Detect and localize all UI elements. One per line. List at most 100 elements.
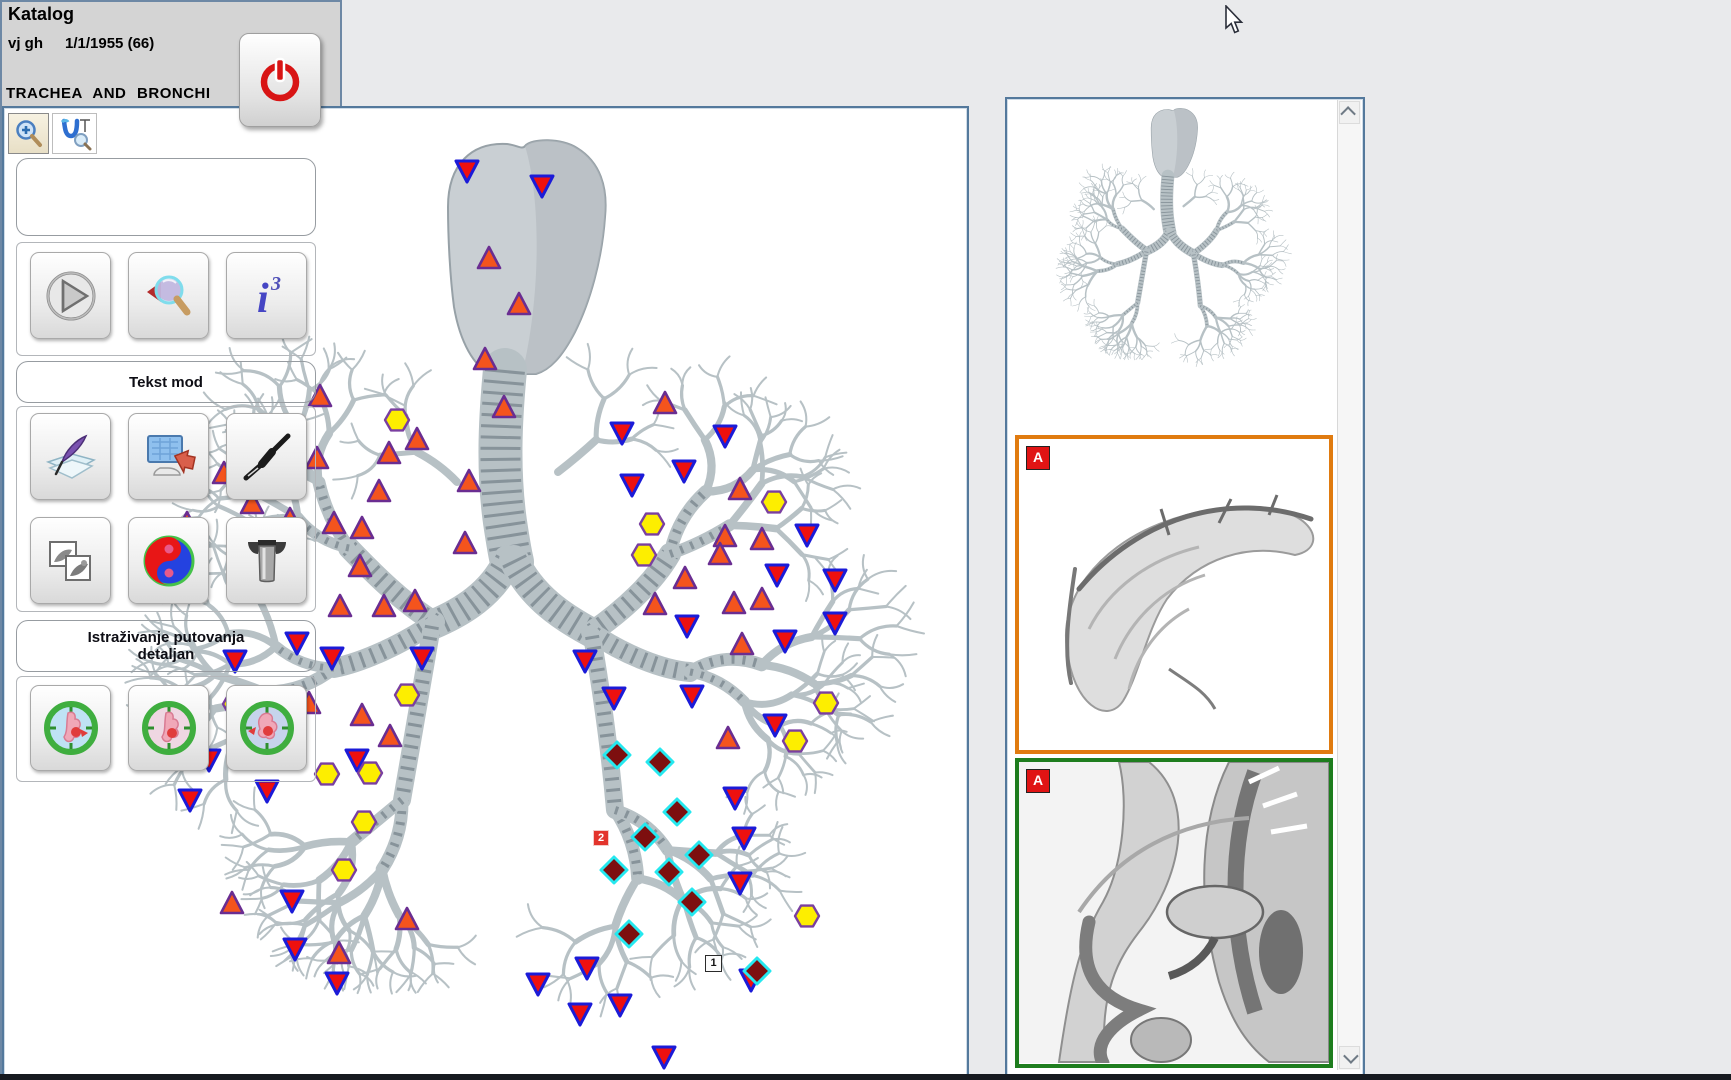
- search-button[interactable]: [128, 252, 209, 339]
- thumbnail-list-panel[interactable]: A A: [1005, 97, 1365, 1077]
- journey-detail-button-2[interactable]: [128, 685, 209, 771]
- bronchi-thumbnail-image: [1015, 106, 1325, 386]
- marker-triangle-down[interactable]: [714, 426, 736, 447]
- thumbnail-pancreas[interactable]: A: [1015, 435, 1333, 754]
- pelvis-thumbnail-image: [1019, 762, 1329, 1063]
- marker-triangle-up[interactable]: [329, 595, 351, 616]
- marker-triangle-up[interactable]: [351, 517, 373, 538]
- marker-triangle-up[interactable]: [654, 392, 676, 413]
- write-note-button[interactable]: [30, 413, 111, 500]
- image-copy-icon: [42, 532, 100, 590]
- marker-triangle-up[interactable]: [454, 532, 476, 553]
- marker-triangle-down[interactable]: [681, 686, 703, 707]
- marker-triangle-down[interactable]: [256, 781, 278, 802]
- scroll-up-button[interactable]: [1339, 101, 1360, 124]
- annotation-a-badge: A: [1026, 769, 1050, 793]
- yin-yang-icon: [140, 532, 198, 590]
- marker-triangle-up[interactable]: [751, 588, 773, 609]
- scalpel-button[interactable]: [226, 413, 307, 500]
- yin-yang-button[interactable]: [128, 517, 209, 604]
- magnifier-plus-icon: [13, 118, 45, 150]
- marker-triangle-down[interactable]: [766, 565, 788, 586]
- section-title: TRACHEA AND BRONCHI: [6, 85, 211, 102]
- marker-triangle-down[interactable]: [673, 461, 695, 482]
- marker-triangle-up[interactable]: [723, 592, 745, 613]
- marker-triangle-up[interactable]: [351, 704, 373, 725]
- marker-triangle-up[interactable]: [731, 633, 753, 654]
- image-copy-button[interactable]: [30, 517, 111, 604]
- monitor-arrow-icon: [140, 428, 198, 486]
- journey-detail-button-1[interactable]: [30, 685, 111, 771]
- marker-triangle-down[interactable]: [609, 995, 631, 1016]
- letter-u-magnifier-icon: [56, 116, 94, 152]
- marker-hexagon[interactable]: [795, 906, 819, 927]
- marker-hexagon[interactable]: [632, 545, 656, 566]
- istrazivanje-label-line1: Istraživanje putovanja: [88, 629, 245, 646]
- istrazivanje-label-line2: detaljan: [138, 646, 195, 663]
- delete-button[interactable]: [226, 517, 307, 604]
- zoom-in-tool-button[interactable]: [8, 113, 49, 154]
- thumbnail-pelvis-sagittal[interactable]: A: [1015, 758, 1333, 1068]
- power-button[interactable]: [239, 33, 321, 127]
- green-clock-figure-icon: [140, 699, 198, 757]
- tekst-mod-label: Tekst mod: [129, 374, 203, 391]
- marker-diamond[interactable]: [664, 799, 690, 825]
- thumbnail-trachea-bronchi[interactable]: [1015, 106, 1333, 392]
- marker-triangle-down[interactable]: [724, 788, 746, 809]
- marker-diamond[interactable]: [647, 749, 673, 775]
- marker-triangle-down[interactable]: [621, 475, 643, 496]
- svg-text:i: i: [257, 276, 269, 322]
- marker-diamond[interactable]: [601, 857, 627, 883]
- patient-line: vj gh 1/1/1955 (66): [8, 35, 154, 52]
- scroll-down-button[interactable]: [1339, 1046, 1360, 1069]
- patient-name: vj gh: [8, 35, 43, 52]
- marker-hexagon[interactable]: [358, 763, 382, 784]
- journey-detail-button-3[interactable]: [226, 685, 307, 771]
- svg-text:3: 3: [270, 273, 281, 295]
- play-button[interactable]: [30, 252, 111, 339]
- marker-triangle-up[interactable]: [368, 480, 390, 501]
- marker-triangle-down[interactable]: [527, 974, 549, 995]
- marker-triangle-down[interactable]: [653, 1047, 675, 1068]
- number-badge-2[interactable]: 2: [593, 830, 609, 846]
- marker-triangle-up[interactable]: [717, 727, 739, 748]
- annotation-a-badge: A: [1026, 446, 1050, 470]
- green-clock-figure-icon: [42, 699, 100, 757]
- export-screen-button[interactable]: [128, 413, 209, 500]
- power-icon: [257, 55, 303, 105]
- istrazivanje-group-label: Istraživanje putovanja detaljan: [16, 620, 316, 672]
- patient-dob-age: 1/1/1955 (66): [65, 35, 154, 52]
- pancreas-thumbnail-image: [1019, 439, 1329, 749]
- marker-hexagon[interactable]: [814, 693, 838, 714]
- marker-triangle-down[interactable]: [676, 616, 698, 637]
- play-icon: [43, 268, 99, 324]
- marker-hexagon[interactable]: [395, 685, 419, 706]
- quill-paper-icon: [42, 428, 100, 486]
- annotation-tool-button[interactable]: [52, 113, 97, 154]
- marker-triangle-down[interactable]: [824, 570, 846, 591]
- marker-hexagon[interactable]: [762, 492, 786, 513]
- marker-hexagon[interactable]: [332, 860, 356, 881]
- chevron-up-icon: [1340, 106, 1356, 122]
- marker-hexagon[interactable]: [385, 410, 409, 431]
- marker-hexagon[interactable]: [352, 812, 376, 833]
- marker-triangle-down[interactable]: [179, 790, 201, 811]
- marker-triangle-down[interactable]: [796, 525, 818, 546]
- marker-hexagon[interactable]: [315, 764, 339, 785]
- number-badge-1[interactable]: 1: [705, 955, 722, 972]
- marker-triangle-up[interactable]: [674, 567, 696, 588]
- chevron-down-icon: [1343, 1048, 1359, 1064]
- tekst-mod-group-label: Tekst mod: [16, 361, 316, 403]
- marker-triangle-up[interactable]: [221, 892, 243, 913]
- app-title: Katalog: [8, 4, 74, 25]
- marker-hexagon[interactable]: [783, 731, 807, 752]
- marker-triangle-down[interactable]: [569, 1004, 591, 1025]
- marker-triangle-up[interactable]: [379, 725, 401, 746]
- thumbnail-scrollbar[interactable]: [1337, 100, 1361, 1070]
- mouse-cursor: [1225, 5, 1245, 35]
- marker-hexagon[interactable]: [640, 514, 664, 535]
- empty-group-box: [16, 158, 316, 236]
- magnifier-color-icon: [141, 268, 197, 324]
- marker-triangle-up[interactable]: [458, 470, 480, 491]
- info-button[interactable]: i 3: [226, 252, 307, 339]
